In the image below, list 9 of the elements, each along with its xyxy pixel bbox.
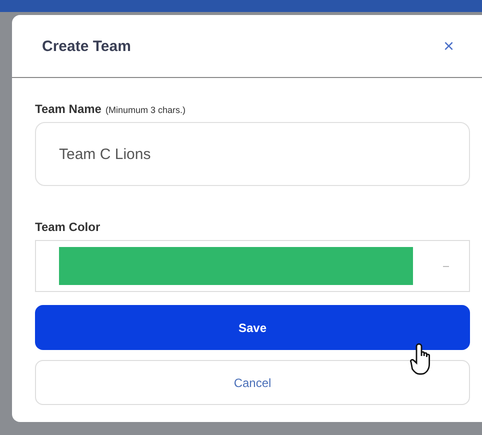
- team-name-field[interactable]: Team C Lions: [35, 122, 470, 186]
- field-label: Team Color: [35, 220, 100, 234]
- save-button[interactable]: Save: [35, 305, 470, 350]
- field-hint: (Minumum 3 chars.): [105, 105, 186, 115]
- field-label: Team Name: [35, 102, 102, 116]
- color-picker[interactable]: [35, 240, 470, 292]
- close-button[interactable]: ×: [439, 34, 458, 58]
- cancel-button[interactable]: Cancel: [35, 360, 470, 405]
- dialog-title: Create Team: [42, 38, 131, 54]
